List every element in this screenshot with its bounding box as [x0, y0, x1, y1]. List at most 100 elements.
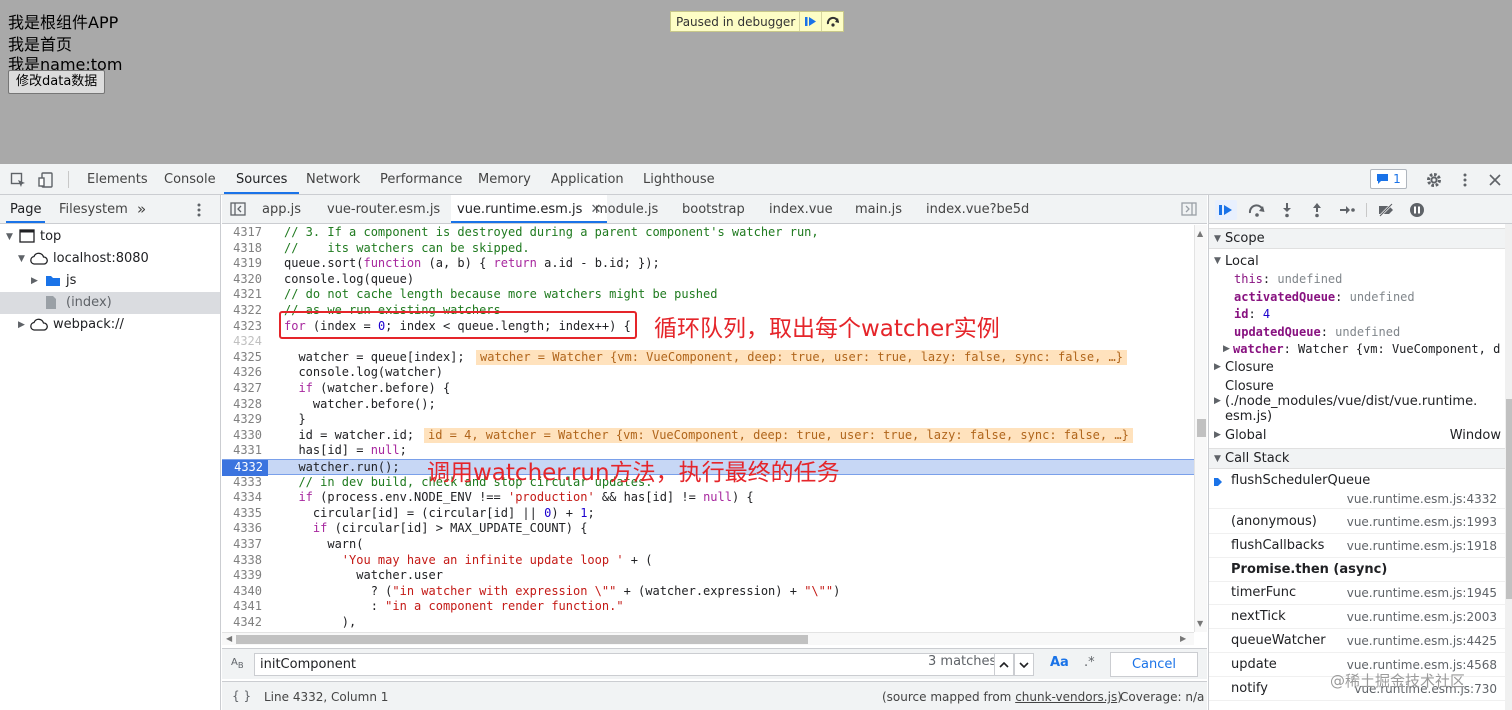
previous-match-icon[interactable] — [994, 653, 1014, 676]
callstack-frame[interactable]: queueWatcher vue.runtime.esm.js:4425 — [1209, 629, 1505, 653]
source-mapped-link[interactable]: chunk-vendors.js — [1015, 690, 1117, 704]
file-tab-main-js[interactable]: main.js — [855, 195, 902, 223]
device-toolbar-icon[interactable] — [37, 171, 55, 189]
horizontal-scroll-thumb[interactable] — [236, 635, 808, 644]
code-area[interactable]: 4317 // 3. If a component is destroyed du… — [222, 225, 1194, 632]
settings-gear-icon[interactable] — [1425, 171, 1443, 189]
code-line[interactable]: 4330 id = watcher.id; id = 4, watcher = W… — [222, 427, 1194, 444]
callstack-frame[interactable]: nextTick vue.runtime.esm.js:2003 — [1209, 605, 1505, 629]
code-line[interactable]: 4339 watcher.user — [222, 568, 1194, 584]
tree-item-top[interactable]: ▼ top — [0, 226, 220, 248]
tab-network[interactable]: Network — [306, 164, 360, 194]
code-line[interactable]: 4337 warn( — [222, 537, 1194, 553]
scope-section-header[interactable]: ▼ Scope — [1209, 228, 1505, 249]
tab-performance[interactable]: Performance — [380, 164, 462, 194]
pause-on-exceptions-icon[interactable] — [1406, 200, 1428, 220]
resume-icon[interactable] — [799, 12, 821, 31]
scroll-up-icon[interactable]: ▲ — [1197, 229, 1203, 238]
scope-var-updatedQueue[interactable]: updatedQueue: undefined — [1209, 324, 1505, 341]
issues-badge[interactable]: 1 — [1370, 169, 1407, 189]
line-number[interactable]: 4335 — [222, 506, 262, 522]
next-match-icon[interactable] — [1014, 653, 1034, 676]
line-number[interactable]: 4331 — [222, 443, 262, 459]
code-line[interactable]: 4341 : "in a component render function." — [222, 599, 1194, 615]
line-number[interactable]: 4333 — [222, 475, 262, 491]
line-number[interactable]: 4326 — [222, 365, 262, 381]
nav-tab-filesystem[interactable]: Filesystem — [59, 195, 128, 223]
scope-closure-1[interactable]: ▶ Closure — [1209, 359, 1505, 376]
debugger-scrollbar[interactable] — [1505, 224, 1512, 710]
line-number[interactable]: 4318 — [222, 241, 262, 257]
file-tab-module-js[interactable]: module.js — [595, 195, 658, 223]
scope-var-activatedQueue[interactable]: activatedQueue: undefined — [1209, 289, 1505, 306]
code-line[interactable]: 4326 console.log(watcher) — [222, 365, 1194, 381]
line-number[interactable]: 4330 — [222, 428, 262, 444]
step-over-icon[interactable] — [1246, 200, 1268, 220]
line-number[interactable]: 4329 — [222, 412, 262, 428]
tab-memory[interactable]: Memory — [478, 164, 531, 194]
scope-var-watcher[interactable]: ▶ watcher: Watcher {vm: VueComponent, d — [1209, 341, 1505, 358]
line-number[interactable]: 4328 — [222, 397, 262, 413]
line-number[interactable]: 4334 — [222, 490, 262, 506]
frame-location[interactable]: vue.runtime.esm.js:4332 — [1347, 489, 1497, 509]
scroll-down-icon[interactable]: ▼ — [1197, 619, 1203, 628]
vertical-scrollbar[interactable]: ▲ ▼ — [1194, 225, 1207, 632]
nav-menu-icon[interactable] — [197, 195, 201, 223]
code-line[interactable]: 4318 // its watchers can be skipped. — [222, 241, 1194, 257]
search-input[interactable]: initComponent — [254, 653, 1034, 676]
line-number[interactable]: 4342 — [222, 615, 262, 631]
more-options-icon[interactable] — [1456, 171, 1474, 189]
file-tab-index-vue-be5d[interactable]: index.vue?be5d — [926, 195, 1029, 223]
line-number[interactable]: 4341 — [222, 599, 262, 615]
code-line[interactable]: 4325 watcher = queue[index]; watcher = Wa… — [222, 349, 1194, 366]
callstack-frame[interactable]: (anonymous) vue.runtime.esm.js:1993 — [1209, 510, 1505, 534]
code-line[interactable]: 4328 watcher.before(); — [222, 397, 1194, 413]
step-into-icon[interactable] — [1276, 200, 1298, 220]
callstack-frame[interactable]: flushSchedulerQueue vue.runtime.esm.js:43… — [1209, 471, 1505, 509]
frame-location[interactable]: vue.runtime.esm.js:1945 — [1347, 581, 1497, 605]
line-number[interactable]: 4319 — [222, 256, 262, 272]
code-line[interactable]: 4334 if (process.env.NODE_ENV !== 'produ… — [222, 490, 1194, 506]
line-number[interactable]: 4322 — [222, 303, 262, 319]
line-number[interactable]: 4340 — [222, 584, 262, 600]
step-out-icon[interactable] — [1306, 200, 1328, 220]
nav-more-tabs[interactable]: » — [137, 195, 146, 223]
line-number[interactable]: 4332 — [222, 460, 268, 476]
toggle-debugger-icon[interactable] — [1181, 195, 1197, 223]
code-line[interactable]: 4320 console.log(queue) — [222, 272, 1194, 288]
file-tab-index-vue[interactable]: index.vue — [769, 195, 833, 223]
code-line[interactable]: 4321 // do not cache length because more … — [222, 287, 1194, 303]
frame-location[interactable]: vue.runtime.esm.js:4425 — [1347, 629, 1497, 653]
code-line[interactable]: 4340 ? ("in watcher with expression \"" … — [222, 584, 1194, 600]
file-tab-bootstrap[interactable]: bootstrap — [682, 195, 745, 223]
vertical-scroll-thumb[interactable] — [1197, 419, 1206, 437]
code-line[interactable]: 4319 queue.sort(function (a, b) { return … — [222, 256, 1194, 272]
deactivate-breakpoints-icon[interactable] — [1375, 200, 1397, 220]
tab-console[interactable]: Console — [164, 164, 216, 194]
code-line[interactable]: 4327 if (watcher.before) { — [222, 381, 1194, 397]
toggle-navigator-icon[interactable] — [230, 195, 246, 223]
match-case-button[interactable]: Aa — [1050, 655, 1069, 670]
frame-location[interactable]: vue.runtime.esm.js:2003 — [1347, 605, 1497, 629]
modify-data-button[interactable]: 修改data数据 — [8, 70, 106, 94]
code-line[interactable]: 4342 ), — [222, 615, 1194, 631]
callstack-frame[interactable]: flushCallbacks vue.runtime.esm.js:1918 — [1209, 534, 1505, 558]
line-number[interactable]: 4337 — [222, 537, 262, 553]
scroll-right-icon[interactable]: ▶ — [1180, 634, 1186, 643]
scope-local-header[interactable]: ▼ Local — [1209, 253, 1505, 270]
debugger-scroll-thumb[interactable] — [1506, 399, 1512, 599]
line-number[interactable]: 4336 — [222, 521, 262, 537]
callstack-section-header[interactable]: ▼ Call Stack — [1209, 448, 1505, 469]
inspect-element-icon[interactable] — [9, 171, 27, 189]
step-icon[interactable] — [1336, 200, 1358, 220]
step-over-icon[interactable] — [821, 12, 843, 31]
callstack-frame[interactable]: timerFunc vue.runtime.esm.js:1945 — [1209, 581, 1505, 605]
file-tab-app-js[interactable]: app.js — [262, 195, 301, 223]
code-line[interactable]: 4335 circular[id] = (circular[id] || 0) … — [222, 506, 1194, 522]
tree-item-js[interactable]: ▶ js — [0, 270, 220, 292]
tab-sources[interactable]: Sources — [224, 164, 300, 194]
tab-lighthouse[interactable]: Lighthouse — [643, 164, 715, 194]
scroll-left-icon[interactable]: ◀ — [226, 634, 232, 643]
tree-item-localhost[interactable]: ▼ localhost:8080 — [0, 248, 220, 270]
scope-var-this[interactable]: this: undefined — [1209, 271, 1505, 288]
